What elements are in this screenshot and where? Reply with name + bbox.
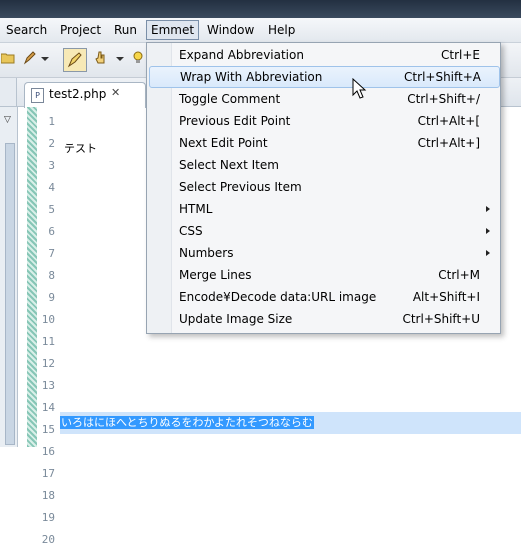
php-file-icon: P [31,88,44,103]
line-number: 2 [48,137,55,150]
menu-item-css[interactable]: CSS [149,220,498,242]
line-number: 16 [41,445,55,458]
line-number: 19 [41,511,55,524]
menu-item-label: Toggle Comment [179,92,281,106]
menu-item-label: Merge Lines [179,268,252,282]
code-line-20[interactable]: いろはにほへとちりぬるをわかよたれそつねならむ [60,412,521,434]
menu-item-shortcut: Ctrl+Shift+A [404,70,481,84]
menu-item-next-edit-point[interactable]: Next Edit Point Ctrl+Alt+] [149,132,498,154]
menu-item-shortcut: Ctrl+Shift+U [402,312,480,326]
pen-dropdown-icon[interactable] [41,57,49,61]
menu-item-previous-edit-point[interactable]: Previous Edit Point Ctrl+Alt+[ [149,110,498,132]
menu-item-label: Previous Edit Point [179,114,291,128]
tab-test2-php[interactable]: P test2.php ✕ [24,82,146,108]
change-marker-gutter [27,107,37,447]
line-number: 14 [41,401,55,414]
menu-item-shortcut: Ctrl+M [438,268,480,282]
menu-item-encode-decode-data-url-image[interactable]: Encode¥Decode data:URL image Alt+Shift+I [149,286,498,308]
menu-item-shortcut: Ctrl+Shift+/ [407,92,480,106]
menu-project[interactable]: Project [56,21,105,39]
menu-help[interactable]: Help [264,21,299,39]
submenu-arrow-icon [486,250,490,256]
submenu-arrow-icon [486,228,490,234]
line-number: 18 [41,489,55,502]
menu-item-toggle-comment[interactable]: Toggle Comment Ctrl+Shift+/ [149,88,498,110]
title-bar [0,0,521,18]
menu-item-label: Wrap With Abbreviation [180,70,323,84]
line-number: 15 [41,423,55,436]
folder-icon[interactable] [0,51,16,67]
line-number: 20 [41,533,55,546]
chevron-down-icon[interactable]: ▽ [4,115,11,125]
menu-item-shortcut: Ctrl+E [441,48,480,62]
line-number: 11 [41,335,55,348]
menu-item-label: Expand Abbreviation [179,48,304,62]
menu-item-html[interactable]: HTML [149,198,498,220]
menu-item-expand-abbreviation[interactable]: Expand Abbreviation Ctrl+E [149,44,498,66]
pointer-dropdown-icon[interactable] [116,57,124,61]
line-number: 10 [41,313,55,326]
menu-item-label: CSS [179,224,203,238]
menu-item-select-previous-item[interactable]: Select Previous Item [149,176,498,198]
menu-search[interactable]: Search [2,21,51,39]
menu-window[interactable]: Window [203,21,258,39]
menu-item-label: Numbers [179,246,234,260]
menu-item-label: HTML [179,202,213,216]
line-number: 8 [48,269,55,282]
line-numbers: 1 2 3 4 5 6 7 8 9 10 11 12 13 14 15 16 1… [37,111,57,551]
line-number: 4 [48,181,55,194]
menu-item-merge-lines[interactable]: Merge Lines Ctrl+M [149,264,498,286]
mouse-cursor-icon [352,78,367,99]
line-number: 6 [48,225,55,238]
code-line-3[interactable]: テスト [64,138,97,160]
left-panel: ▽ [0,107,18,447]
menu-bar: Search Project Run Emmet Window Help [0,18,521,43]
line-number: 7 [48,247,55,260]
selected-text[interactable]: いろはにほへとちりぬるをわかよたれそつねならむ [60,416,314,429]
line-number: 9 [48,291,55,304]
left-panel-scrollbar[interactable] [5,143,15,445]
line-number: 12 [41,357,55,370]
menu-run[interactable]: Run [110,21,141,39]
close-icon[interactable]: ✕ [111,86,120,99]
line-number: 17 [41,467,55,480]
menu-item-label: Select Next Item [179,158,279,172]
menu-item-shortcut: Ctrl+Alt+[ [417,114,480,128]
menu-item-label: Next Edit Point [179,136,268,150]
hand-pointer-icon[interactable] [93,51,109,67]
tab-label: test2.php [49,87,107,101]
pen-icon[interactable] [22,51,38,67]
lightbulb-icon[interactable] [130,51,146,67]
highlighter-button[interactable] [63,48,87,72]
emmet-menu: Expand Abbreviation Ctrl+E Wrap With Abb… [146,42,501,334]
menu-item-shortcut: Ctrl+Alt+] [417,136,480,150]
menu-item-label: Encode¥Decode data:URL image [179,290,377,304]
menu-item-label: Select Previous Item [179,180,302,194]
submenu-arrow-icon [486,206,490,212]
menu-item-label: Update Image Size [179,312,293,326]
menu-item-shortcut: Alt+Shift+I [412,290,480,304]
highlighter-icon [67,52,82,68]
side-panel-tab[interactable] [0,78,17,106]
line-number: 3 [48,159,55,172]
menu-item-update-image-size[interactable]: Update Image Size Ctrl+Shift+U [149,308,498,330]
menu-emmet[interactable]: Emmet [146,20,200,40]
menu-item-wrap-with-abbreviation[interactable]: Wrap With Abbreviation Ctrl+Shift+A [149,66,500,88]
line-number: 1 [48,115,55,128]
line-number: 13 [41,379,55,392]
menu-item-numbers[interactable]: Numbers [149,242,498,264]
menu-item-select-next-item[interactable]: Select Next Item [149,154,498,176]
line-number: 5 [48,203,55,216]
